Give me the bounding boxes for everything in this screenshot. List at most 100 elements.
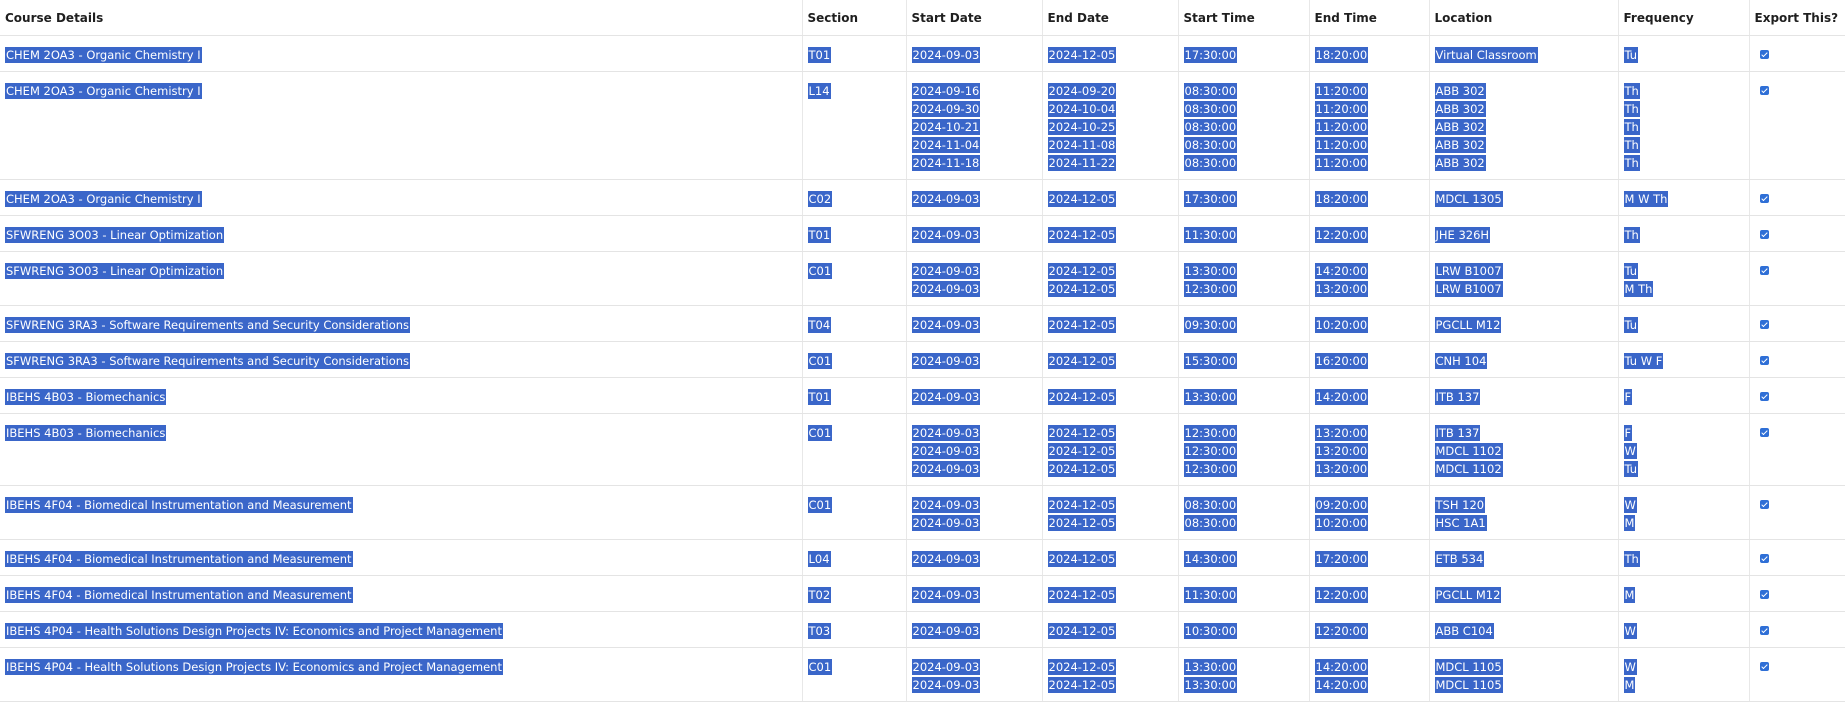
end-date-value: 2024-12-05 <box>1047 281 1117 297</box>
export-checkbox[interactable] <box>1759 356 1769 365</box>
export-checkbox[interactable] <box>1759 554 1769 563</box>
start-date-value: 2024-11-04 <box>911 137 981 153</box>
end-time-value: 13:20:00 <box>1314 443 1369 459</box>
end-time-value: 11:20:00 <box>1314 101 1369 117</box>
start-date-cell: 2024-09-03 <box>905 341 1042 378</box>
location-value: MDCL 1102 <box>1434 461 1503 477</box>
end-date-cell: 2024-12-05 2024-12-05 2024-12-05 <box>1041 413 1178 486</box>
end-time-value: 11:20:00 <box>1314 155 1369 171</box>
start-date-cell: 2024-09-03 <box>905 179 1042 216</box>
section-code: T01 <box>807 47 832 63</box>
export-checkbox[interactable] <box>1759 392 1769 401</box>
course-name: IBEHS 4B03 - Biomechanics <box>5 389 167 405</box>
end-date-cell: 2024-12-05 <box>1041 215 1178 252</box>
course-name: IBEHS 4B03 - Biomechanics <box>5 425 167 441</box>
end-time-value: 14:20:00 <box>1314 263 1369 279</box>
frequency-value: M Th <box>1623 281 1654 297</box>
export-checkbox[interactable] <box>1759 50 1769 59</box>
end-date-value: 2024-12-05 <box>1047 443 1117 459</box>
location-cell: LRW B1007 LRW B1007 <box>1428 251 1618 306</box>
export-checkbox[interactable] <box>1759 500 1769 509</box>
export-checkbox[interactable] <box>1759 428 1769 437</box>
export-checkbox[interactable] <box>1759 662 1769 671</box>
end-time-value: 13:20:00 <box>1314 281 1369 297</box>
course-cell: IBEHS 4F04 - Biomedical Instrumentation … <box>0 485 802 540</box>
section-code: L14 <box>807 83 831 99</box>
end-date-value: 2024-12-05 <box>1047 659 1117 675</box>
export-cell <box>1748 179 1845 216</box>
table-row: CHEM 2OA3 - Organic Chemistry I L14 2024-0… <box>0 71 1845 180</box>
end-time-value: 16:20:00 <box>1314 353 1369 369</box>
table-row: SFWRENG 3O03 - Linear Optimization T01 202… <box>0 215 1845 252</box>
location-value: LRW B1007 <box>1434 263 1503 279</box>
start-date-value: 2024-09-03 <box>911 443 981 459</box>
table-row: IBEHS 4B03 - Biomechanics T01 2024-09-03 20… <box>0 377 1845 414</box>
start-date-value: 2024-09-03 <box>911 353 981 369</box>
start-time-value: 12:30:00 <box>1183 443 1238 459</box>
start-date-value: 2024-09-03 <box>911 461 981 477</box>
start-date-cell: 2024-09-03 <box>905 539 1042 576</box>
start-date-value: 2024-09-03 <box>911 263 981 279</box>
frequency-cell: WM <box>1617 647 1749 702</box>
table-row: SFWRENG 3O03 - Linear Optimization C01 202… <box>0 251 1845 306</box>
end-time-value: 14:20:00 <box>1314 659 1369 675</box>
end-time-value: 12:20:00 <box>1314 227 1369 243</box>
end-time-value: 11:20:00 <box>1314 83 1369 99</box>
export-checkbox[interactable] <box>1759 320 1769 329</box>
export-checkbox[interactable] <box>1759 194 1769 203</box>
table-row: IBEHS 4F04 - Biomedical Instrumentation … <box>0 539 1845 576</box>
start-time-value: 08:30:00 <box>1183 515 1238 531</box>
table-row: IBEHS 4B03 - Biomechanics C01 2024-09-03 20… <box>0 413 1845 486</box>
header-frequency: Frequency <box>1617 0 1749 36</box>
start-time-value: 08:30:00 <box>1183 83 1238 99</box>
start-time-value: 08:30:00 <box>1183 155 1238 171</box>
table-row: IBEHS 4P04 - Health Solutions Design Pro… <box>0 611 1845 648</box>
end-date-cell: 2024-09-20 2024-10-04 2024-10-25 2024-11-08… <box>1041 71 1178 180</box>
course-name: IBEHS 4P04 - Health Solutions Design Pro… <box>5 623 503 639</box>
course-cell: IBEHS 4F04 - Biomedical Instrumentation … <box>0 575 802 612</box>
end-time-cell: 11:20:00 11:20:00 11:20:00 11:20:00 11:20:00 <box>1308 71 1429 180</box>
start-date-cell: 2024-09-16 2024-09-30 2024-10-21 2024-11-04… <box>905 71 1042 180</box>
end-date-value: 2024-12-05 <box>1047 497 1117 513</box>
export-cell <box>1748 377 1845 414</box>
start-date-value: 2024-09-03 <box>911 317 981 333</box>
course-cell: SFWRENG 3O03 - Linear Optimization <box>0 215 802 252</box>
header-end-date: End Date <box>1041 0 1178 36</box>
export-checkbox[interactable] <box>1759 230 1769 239</box>
frequency-value: Th <box>1623 101 1640 117</box>
location-value: ITB 137 <box>1434 389 1481 405</box>
export-cell <box>1748 251 1845 306</box>
header-course-details: Course Details <box>0 0 802 36</box>
end-date-cell: 2024-12-05 <box>1041 575 1178 612</box>
start-date-value: 2024-09-03 <box>911 587 981 603</box>
end-date-value: 2024-12-05 <box>1047 551 1117 567</box>
start-time-cell: 17:30:00 <box>1177 179 1309 216</box>
location-value: HSC 1A1 <box>1434 515 1487 531</box>
start-time-cell: 11:30:00 <box>1177 575 1309 612</box>
start-time-value: 17:30:00 <box>1183 47 1238 63</box>
end-time-value: 14:20:00 <box>1314 677 1369 693</box>
section-code: C01 <box>807 353 833 369</box>
frequency-value: M <box>1623 587 1636 603</box>
end-time-value: 09:20:00 <box>1314 497 1369 513</box>
start-time-cell: 11:30:00 <box>1177 215 1309 252</box>
export-checkbox[interactable] <box>1759 266 1769 275</box>
course-cell: CHEM 2OA3 - Organic Chemistry I <box>0 35 802 72</box>
course-name: SFWRENG 3RA3 - Software Requirements and… <box>5 353 411 369</box>
location-value: MDCL 1105 <box>1434 659 1503 675</box>
export-checkbox[interactable] <box>1759 590 1769 599</box>
export-checkbox[interactable] <box>1759 626 1769 635</box>
section-code: C01 <box>807 263 833 279</box>
header-start-time: Start Time <box>1177 0 1309 36</box>
start-time-value: 12:30:00 <box>1183 425 1238 441</box>
end-date-value: 2024-11-22 <box>1047 155 1117 171</box>
export-checkbox[interactable] <box>1759 86 1769 95</box>
frequency-value: W <box>1623 659 1637 675</box>
end-date-value: 2024-12-05 <box>1047 587 1117 603</box>
location-value: MDCL 1102 <box>1434 443 1503 459</box>
table-row: IBEHS 4F04 - Biomedical Instrumentation … <box>0 485 1845 540</box>
frequency-value: W <box>1623 497 1637 513</box>
location-value: ABB 302 <box>1434 83 1486 99</box>
location-value: LRW B1007 <box>1434 281 1503 297</box>
section-cell: T01 <box>801 35 906 72</box>
